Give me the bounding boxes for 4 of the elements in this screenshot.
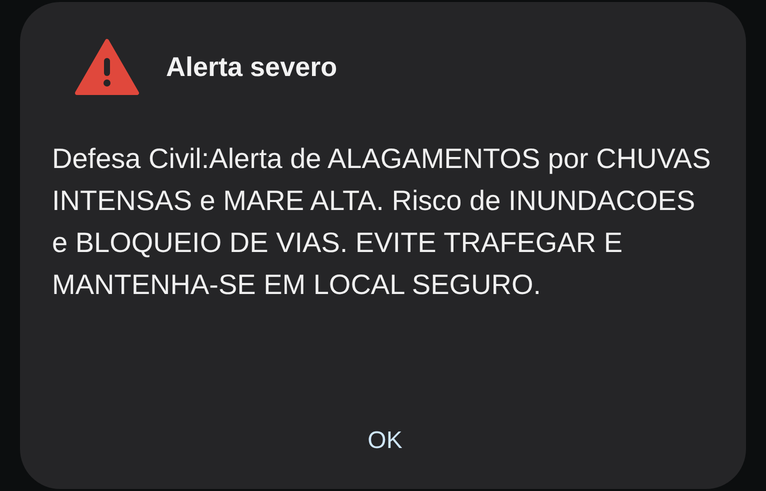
- dialog-title: Alerta severo: [166, 50, 338, 84]
- ok-button[interactable]: OK: [352, 419, 418, 463]
- warning-icon: [74, 38, 140, 96]
- alert-message: Defesa Civil:Alerta de ALAGAMENTOS por CHUVAS INTENSAS e MARE ALTA. Risco de INUNDACOES e BLOQUEIO DE VIAS. EVITE TRAFEGAR E MANTENHA-SE EM LOCAL SEGURO.: [52, 142, 712, 302]
